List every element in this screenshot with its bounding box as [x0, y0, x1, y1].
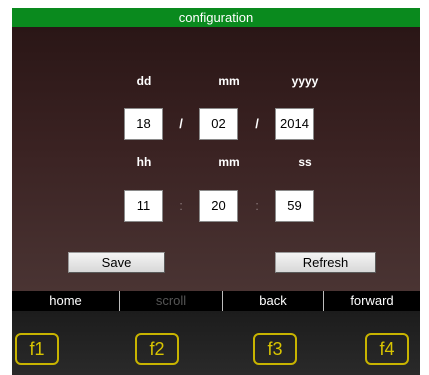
time-separator: : [255, 198, 259, 213]
date-separator: / [255, 116, 259, 131]
year-field[interactable]: 2014 [275, 108, 314, 140]
save-button[interactable]: Save [68, 252, 165, 273]
f4-key[interactable]: f4 [365, 333, 409, 365]
f2-key[interactable]: f2 [135, 333, 179, 365]
date-separator: / [179, 116, 183, 131]
configuration-panel: dd mm yyyy 18 / 02 / 2014 hh mm ss 11 : … [12, 27, 420, 291]
day-label: dd [136, 74, 152, 88]
hmi-screen: configuration dd mm yyyy 18 / 02 / 2014 … [12, 8, 420, 375]
minute-label: mm [218, 155, 240, 169]
hour-label: hh [136, 155, 152, 169]
f3-key[interactable]: f3 [253, 333, 297, 365]
nav-bar: home scroll back forward [12, 291, 420, 311]
day-field[interactable]: 18 [124, 108, 163, 140]
hour-field[interactable]: 11 [124, 190, 163, 222]
f1-key[interactable]: f1 [15, 333, 59, 365]
year-label: yyyy [291, 74, 319, 88]
window-title: configuration [12, 8, 420, 27]
second-field[interactable]: 59 [275, 190, 314, 222]
second-label: ss [298, 155, 312, 169]
refresh-button[interactable]: Refresh [275, 252, 376, 273]
nav-back[interactable]: back [223, 291, 324, 311]
nav-home[interactable]: home [12, 291, 120, 311]
nav-forward[interactable]: forward [324, 291, 420, 311]
time-separator: : [179, 198, 183, 213]
function-key-bar: f1 f2 f3 f4 [12, 311, 420, 375]
nav-scroll: scroll [120, 291, 223, 311]
minute-field[interactable]: 20 [199, 190, 238, 222]
month-label: mm [218, 74, 240, 88]
month-field[interactable]: 02 [199, 108, 238, 140]
